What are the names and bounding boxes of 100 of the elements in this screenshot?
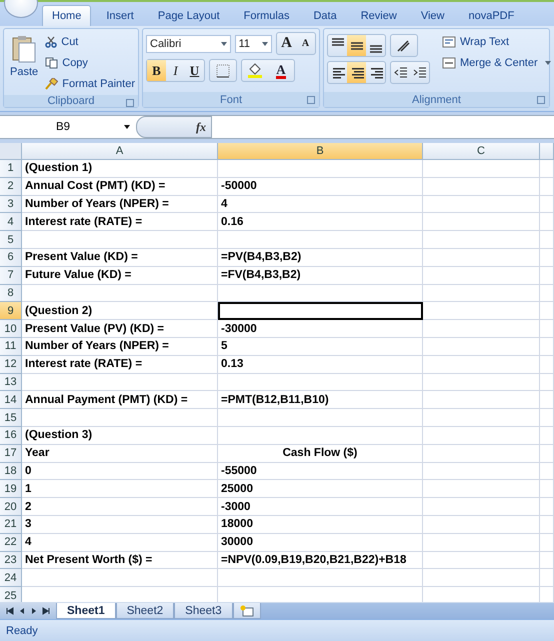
new-sheet-icon [240, 604, 254, 616]
group-title: Alignment [412, 94, 461, 106]
table-cell: 3 [22, 516, 218, 534]
sheet-tab[interactable]: Sheet1 [56, 603, 116, 619]
row-header[interactable]: 21 [0, 516, 22, 534]
row-header[interactable]: 4 [0, 213, 22, 232]
table-cell [540, 498, 554, 516]
table-cell [540, 248, 554, 267]
row-header[interactable]: 6 [0, 248, 22, 267]
table-cell: Net Present Worth ($) = [22, 552, 218, 570]
group-title: Font [220, 94, 242, 106]
table-cell [540, 356, 554, 374]
bold-button[interactable]: B [147, 60, 166, 81]
align-lines-icon [368, 66, 382, 80]
ribbon-tab[interactable]: View [412, 5, 454, 26]
insert-sheet-button[interactable] [232, 603, 261, 619]
table-cell [540, 320, 554, 338]
status-text: Ready [6, 624, 38, 636]
row-header[interactable]: 17 [0, 444, 22, 463]
align-lines-icon [350, 42, 362, 50]
align-lines-icon [330, 66, 344, 80]
row-header[interactable]: 2 [0, 178, 22, 196]
table-cell [540, 569, 554, 588]
italic-button[interactable]: I [166, 60, 185, 81]
column-header[interactable]: B [218, 143, 423, 160]
table-cell [540, 552, 554, 570]
table-cell [540, 409, 554, 427]
table-cell: 1 [22, 480, 218, 498]
paste-button[interactable]: Paste [7, 31, 42, 93]
table-cell: 0.16 [218, 213, 423, 232]
copy-button[interactable]: Copy [45, 53, 135, 72]
name-box[interactable]: B9 [0, 116, 136, 138]
sheet-nav-icon[interactable] [42, 607, 50, 615]
ribbon-tab[interactable]: Review [352, 5, 406, 26]
table-cell: Future Value (KD) = [22, 266, 218, 285]
row-header[interactable]: 12 [0, 356, 22, 374]
row-header[interactable]: 8 [0, 284, 22, 302]
brush-icon [45, 78, 58, 90]
table-cell: 18000 [218, 516, 423, 534]
font-size-field[interactable]: 11 [234, 34, 272, 52]
ribbon-tab[interactable]: Insert [97, 5, 143, 26]
ribbon-tab[interactable]: Formulas [234, 5, 298, 26]
table-cell: (Question 1) [22, 160, 218, 178]
ribbon-tab[interactable]: Home [42, 5, 92, 26]
underline-button[interactable]: U [185, 60, 204, 81]
sheet-nav-icon[interactable] [6, 607, 14, 615]
copy-icon [45, 56, 58, 68]
table-cell: 0 [22, 462, 218, 480]
row-header[interactable]: 19 [0, 480, 22, 498]
row-header[interactable]: 11 [0, 338, 22, 356]
table-cell: =FV(B4,B3,B2) [218, 266, 423, 285]
vertical-align-button[interactable] [347, 35, 366, 56]
table-cell: 5 [218, 338, 423, 356]
format-painter-button[interactable]: Format Painter [45, 74, 135, 93]
horizontal-align-button[interactable] [347, 62, 366, 83]
table-cell: 30000 [218, 534, 423, 552]
table-cell: Year [22, 444, 218, 463]
table-cell: 4 [22, 534, 218, 552]
row-header[interactable]: 22 [0, 534, 22, 552]
shrink-font-button[interactable]: A [296, 33, 315, 54]
ribbon-tab[interactable]: Page Layout [148, 5, 229, 26]
row-header[interactable]: 5 [0, 231, 22, 249]
clipboard-icon [12, 35, 36, 63]
insert-function-button[interactable]: fx [136, 116, 212, 138]
row-header[interactable]: 9 [0, 302, 22, 320]
table-cell [540, 391, 554, 410]
row-header[interactable]: 15 [0, 409, 22, 427]
table-cell: -50000 [218, 178, 423, 196]
cut-button[interactable]: Cut [45, 32, 135, 51]
table-cell [540, 480, 554, 498]
align-lines-icon [332, 38, 344, 46]
column-header[interactable]: C [423, 143, 540, 160]
row-header[interactable]: 1 [0, 160, 22, 178]
row-header[interactable]: 14 [0, 391, 22, 410]
ribbon-tab[interactable]: Data [304, 5, 346, 26]
row-header[interactable]: 25 [0, 587, 22, 602]
row-header[interactable]: 20 [0, 498, 22, 516]
table-cell [540, 338, 554, 356]
sheet-tab[interactable]: Sheet3 [174, 603, 233, 619]
row-header[interactable]: 13 [0, 374, 22, 392]
row-header[interactable]: 16 [0, 426, 22, 445]
row-header[interactable]: 7 [0, 266, 22, 285]
row-header[interactable]: 10 [0, 320, 22, 338]
table-cell: 4 [218, 196, 423, 214]
table-cell: Present Value (PV) (KD) = [22, 320, 218, 338]
table-cell [540, 284, 554, 302]
grow-font-button[interactable]: A [277, 33, 296, 54]
table-cell: -55000 [218, 462, 423, 480]
ribbon-tab[interactable]: novaPDF [459, 5, 524, 26]
row-header[interactable]: 23 [0, 552, 22, 570]
row-header[interactable]: 24 [0, 569, 22, 588]
row-header[interactable]: 3 [0, 196, 22, 214]
merge-center-button[interactable]: Merge & Center [442, 53, 551, 72]
row-header[interactable]: 18 [0, 462, 22, 480]
align-lines-icon [370, 45, 382, 53]
font-name-field[interactable]: Calibri [146, 34, 231, 52]
column-header[interactable]: A [22, 143, 218, 160]
wrap-text-button[interactable]: Wrap Text [442, 32, 551, 51]
table-cell: Interest rate (RATE) = [22, 356, 218, 374]
sheet-tab[interactable]: Sheet2 [116, 603, 174, 619]
